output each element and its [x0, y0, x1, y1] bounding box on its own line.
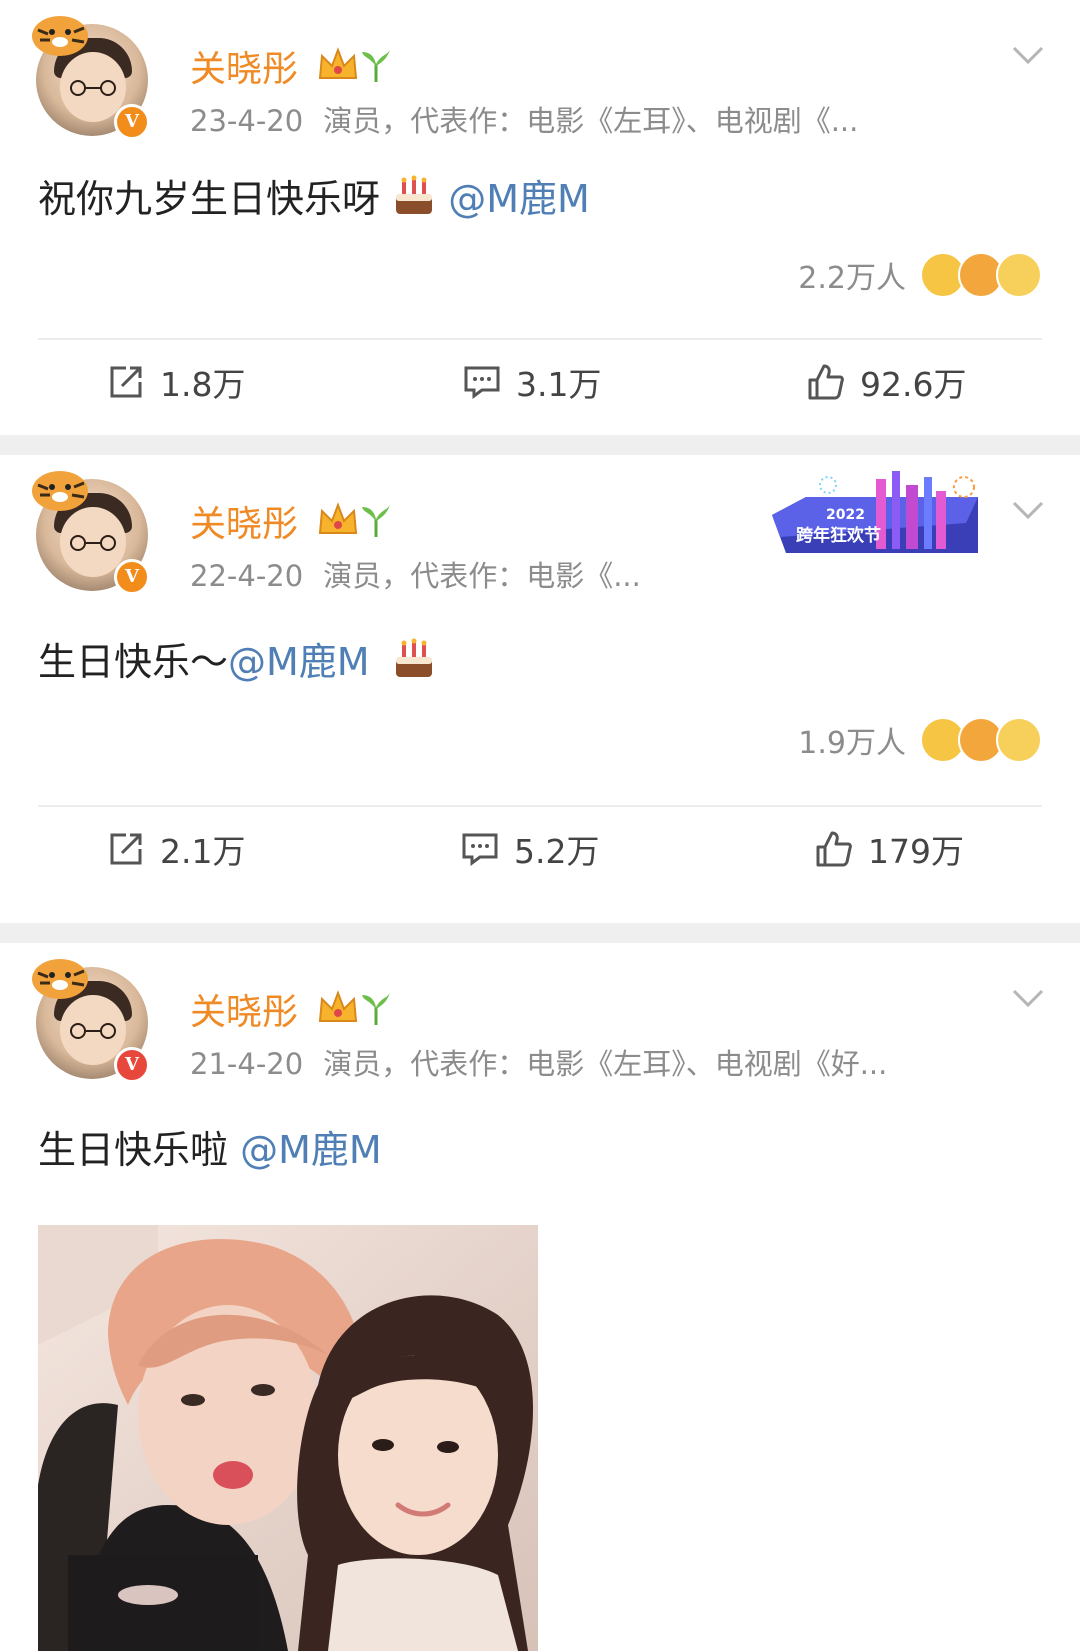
- glasses-icon: [70, 80, 116, 96]
- user-description: 演员，代表作：电影《左耳》、电视剧《好...: [323, 1047, 888, 1081]
- reaction-emoji-icons: [920, 252, 1042, 298]
- username[interactable]: 关晓彤: [190, 40, 298, 92]
- verified-badge-icon: V: [114, 104, 150, 140]
- weibo-post: V 关晓彤 22-4-20 演员，代表作：电影《... 2022 跨年狂欢节 生日…: [0, 455, 1080, 923]
- selfie-photo-image: [38, 1225, 538, 1651]
- divider: [38, 805, 1042, 807]
- thumbs-up-icon: [808, 364, 844, 400]
- mention-link[interactable]: @M鹿M: [448, 177, 590, 221]
- comment-icon: [462, 833, 498, 866]
- thumbs-up-icon: [816, 831, 852, 867]
- post-text: 生日快乐～: [38, 640, 229, 684]
- post-date: 21-4-20: [190, 1047, 304, 1081]
- like-count: 92.6万: [860, 365, 967, 404]
- repost-icon: [110, 833, 142, 865]
- like-count: 179万: [868, 832, 964, 871]
- post-photo[interactable]: [38, 1225, 538, 1651]
- divider: [38, 338, 1042, 340]
- post-text: 祝你九岁生日快乐呀: [38, 177, 381, 221]
- mention-link[interactable]: @M鹿M: [228, 640, 370, 684]
- repost-count: 2.1万: [160, 832, 246, 871]
- tiger-icon: [32, 471, 88, 511]
- verified-badge-icon: V: [114, 1047, 150, 1083]
- comment-count: 5.2万: [514, 832, 600, 871]
- post-separator: [0, 435, 1080, 455]
- username[interactable]: 关晓彤: [190, 495, 298, 547]
- username[interactable]: 关晓彤: [190, 983, 298, 1035]
- reaction-count: 1.9万人: [798, 726, 906, 761]
- repost-button[interactable]: 1.8万: [106, 358, 245, 406]
- post-meta: 21-4-20 演员，代表作：电影《左耳》、电视剧《好...: [190, 1041, 887, 1083]
- post-text: 生日快乐啦: [38, 1128, 229, 1172]
- crown-icon: [318, 502, 390, 537]
- repost-button[interactable]: 2.1万: [106, 825, 245, 873]
- new-year-festival-banner[interactable]: 2022 跨年狂欢节: [766, 467, 988, 559]
- reactions-summary[interactable]: 2.2万人: [798, 252, 1042, 298]
- crown-icon: [318, 990, 390, 1025]
- comment-count: 3.1万: [516, 365, 602, 404]
- chevron-down-icon[interactable]: [1012, 44, 1044, 66]
- post-content: 祝你九岁生日快乐呀 @M鹿M: [38, 168, 590, 223]
- repost-count: 1.8万: [160, 365, 246, 404]
- post-content: 生日快乐～@M鹿M: [38, 631, 436, 686]
- reaction-emoji-icons: [920, 717, 1042, 763]
- action-bar: 1.8万 3.1万 92.6万: [0, 358, 1080, 418]
- weibo-post: V 关晓彤 23-4-20 演员，代表作：电影《左耳》、电视剧《... 祝你九岁生…: [0, 0, 1080, 435]
- action-bar: 2.1万 5.2万 179万: [0, 825, 1080, 885]
- tiger-icon: [32, 959, 88, 999]
- comment-button[interactable]: 5.2万: [460, 825, 599, 873]
- like-button[interactable]: 92.6万: [806, 358, 966, 406]
- user-description: 演员，代表作：电影《左耳》、电视剧《...: [323, 104, 859, 138]
- repost-icon: [110, 366, 142, 398]
- cake-icon: [396, 175, 433, 214]
- post-separator: [0, 923, 1080, 943]
- post-date: 23-4-20: [190, 104, 304, 138]
- post-meta: 23-4-20 演员，代表作：电影《左耳》、电视剧《...: [190, 98, 858, 140]
- reaction-count: 2.2万人: [798, 261, 906, 296]
- mention-link[interactable]: @M鹿M: [240, 1128, 382, 1172]
- promo-title: 跨年狂欢节: [796, 525, 881, 546]
- reactions-summary[interactable]: 1.9万人: [798, 717, 1042, 763]
- post-meta: 22-4-20 演员，代表作：电影《...: [190, 553, 641, 595]
- chevron-down-icon[interactable]: [1012, 499, 1044, 521]
- glasses-icon: [70, 1023, 116, 1039]
- verified-badge-icon: V: [114, 559, 150, 595]
- weibo-post: V 关晓彤 21-4-20 演员，代表作：电影《左耳》、电视剧《好... 生日快乐…: [0, 943, 1080, 1651]
- comment-button[interactable]: 3.1万: [462, 358, 601, 406]
- promo-year: 2022: [826, 507, 865, 523]
- crown-icon: [318, 47, 390, 82]
- like-button[interactable]: 179万: [814, 825, 964, 873]
- post-content: 生日快乐啦 @M鹿M: [38, 1119, 382, 1174]
- cake-icon: [395, 638, 432, 677]
- glasses-icon: [70, 535, 116, 551]
- user-description: 演员，代表作：电影《...: [323, 559, 641, 593]
- comment-icon: [464, 366, 500, 399]
- post-date: 22-4-20: [190, 559, 304, 593]
- tiger-icon: [32, 16, 88, 56]
- chevron-down-icon[interactable]: [1012, 987, 1044, 1009]
